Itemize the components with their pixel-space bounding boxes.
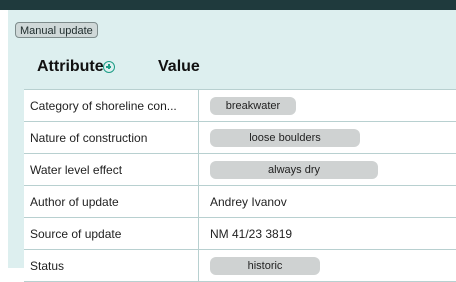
manual-update-button[interactable]: Manual update [15, 22, 98, 38]
table-row: Status historic [24, 250, 456, 282]
value-column-header: Value [158, 58, 200, 75]
value-cell: breakwater [200, 90, 456, 121]
attribute-cell: Category of shoreline con... [24, 90, 199, 121]
attribute-label: Author of update [30, 194, 119, 209]
table-row: Category of shoreline con... breakwater [24, 90, 456, 122]
value-text[interactable]: Andrey Ivanov [210, 195, 287, 209]
value-pill[interactable]: breakwater [210, 96, 296, 115]
attribute-column-header: Attribute [37, 58, 104, 75]
attribute-label: Source of update [30, 226, 122, 241]
attribute-table: Category of shoreline con... breakwater … [24, 89, 456, 282]
attribute-cell: Author of update [24, 186, 199, 217]
table-row: Author of update Andrey Ivanov [24, 186, 456, 218]
attribute-label: Category of shoreline con... [30, 98, 177, 113]
value-cell: Andrey Ivanov [200, 186, 456, 217]
value-pill[interactable]: historic [210, 256, 320, 275]
attribute-label: Water level effect [30, 162, 123, 177]
attribute-label: Nature of construction [30, 130, 148, 145]
value-cell: loose boulders [200, 122, 456, 153]
table-row: Source of update NM 41/23 3819 [24, 218, 456, 250]
top-dark-bar [0, 0, 456, 10]
attribute-cell: Water level effect [24, 154, 199, 185]
update-panel: Manual update Attribute Value Category o… [8, 10, 456, 282]
table-row: Nature of construction loose boulders [24, 122, 456, 154]
add-attribute-icon[interactable] [103, 61, 115, 73]
value-pill[interactable]: always dry [210, 160, 378, 179]
value-cell: NM 41/23 3819 [200, 218, 456, 249]
value-cell: historic [200, 250, 456, 281]
value-pill[interactable]: loose boulders [210, 128, 360, 147]
attribute-cell: Status [24, 250, 199, 281]
attribute-label: Status [30, 258, 65, 273]
value-cell: always dry [200, 154, 456, 185]
value-text[interactable]: NM 41/23 3819 [210, 227, 292, 241]
attribute-cell: Source of update [24, 218, 199, 249]
attribute-cell: Nature of construction [24, 122, 199, 153]
table-row: Water level effect always dry [24, 154, 456, 186]
